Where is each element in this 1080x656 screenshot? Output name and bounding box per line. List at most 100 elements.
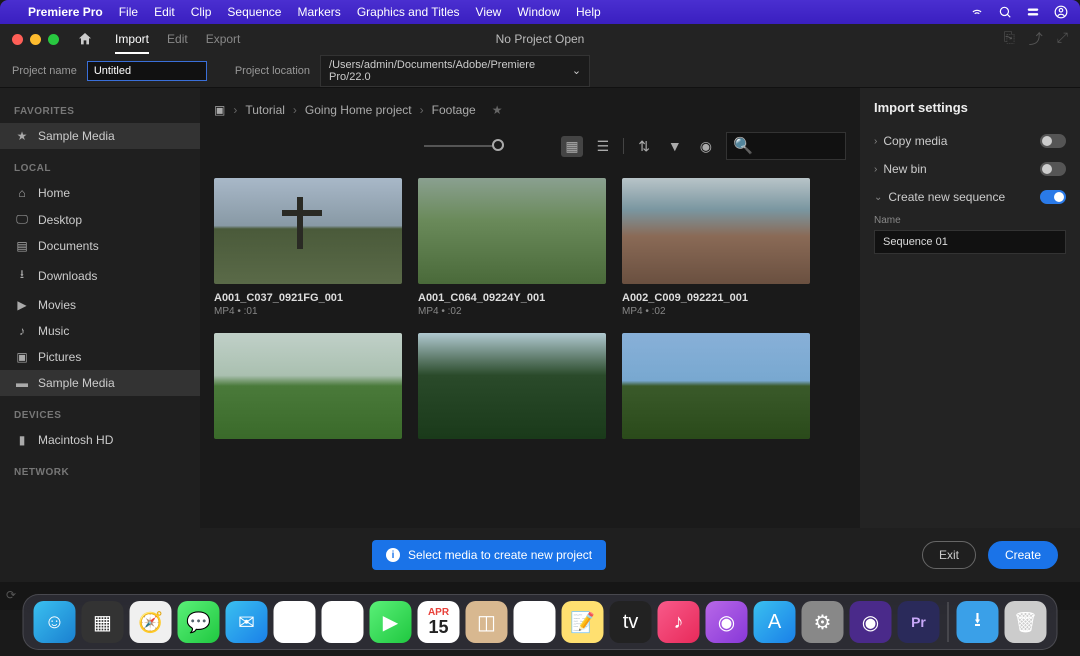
sidebar-item-macintosh-hd[interactable]: ▮Macintosh HD bbox=[0, 427, 200, 453]
search-input[interactable] bbox=[759, 140, 849, 152]
dock-mail[interactable]: ✉ bbox=[226, 601, 268, 643]
dock-photos[interactable]: ✿ bbox=[322, 601, 364, 643]
new-bin-toggle[interactable] bbox=[1040, 162, 1066, 176]
copy-media-toggle[interactable] bbox=[1040, 134, 1066, 148]
grid-view-button[interactable]: ▦ bbox=[561, 136, 582, 157]
favorite-star-icon[interactable]: ★ bbox=[492, 103, 503, 117]
menu-sequence[interactable]: Sequence bbox=[227, 5, 281, 19]
dock-reminders[interactable]: ☰ bbox=[514, 601, 556, 643]
dock-trash[interactable]: 🗑 bbox=[1005, 601, 1047, 643]
app-name[interactable]: Premiere Pro bbox=[28, 5, 103, 19]
window-chrome: Import Edit Export No Project Open ⎘ ⤴ ⤢ bbox=[0, 24, 1080, 54]
sidebar-item-music[interactable]: ♪Music bbox=[0, 318, 200, 344]
clip-thumbnail[interactable] bbox=[622, 178, 810, 284]
control-center-icon[interactable] bbox=[1026, 5, 1040, 19]
tab-export[interactable]: Export bbox=[206, 32, 241, 46]
thumbnail-zoom-slider[interactable] bbox=[424, 145, 504, 147]
user-icon[interactable] bbox=[1054, 5, 1068, 19]
minimize-window-button[interactable] bbox=[30, 34, 41, 45]
sidebar-section-devices: DEVICES bbox=[0, 404, 200, 427]
breadcrumb-project[interactable]: Going Home project bbox=[305, 103, 412, 117]
clip-item[interactable]: A002_C009_092221_001MP4 • :02 bbox=[622, 178, 810, 317]
dock-finder[interactable]: ☺ bbox=[34, 601, 76, 643]
sidebar-item-desktop[interactable]: 🖵Desktop bbox=[0, 206, 200, 233]
breadcrumb-footage[interactable]: Footage bbox=[432, 103, 476, 117]
menu-window[interactable]: Window bbox=[517, 5, 560, 19]
menu-clip[interactable]: Clip bbox=[191, 5, 212, 19]
dock-facetime[interactable]: ▶ bbox=[370, 601, 412, 643]
breadcrumb-tutorial[interactable]: Tutorial bbox=[245, 103, 285, 117]
dock-notes[interactable]: 📝 bbox=[562, 601, 604, 643]
menu-edit[interactable]: Edit bbox=[154, 5, 175, 19]
sidebar-item-sample-media-2[interactable]: ▬Sample Media bbox=[0, 370, 200, 396]
sort-button[interactable]: ⇅ bbox=[634, 136, 654, 157]
banner-text: Select media to create new project bbox=[408, 548, 592, 562]
clip-item[interactable]: A001_C037_0921FG_001MP4 • :01 bbox=[214, 178, 402, 317]
sidebar-item-movies[interactable]: ▶Movies bbox=[0, 292, 200, 318]
dock-preferences[interactable]: ⚙ bbox=[802, 601, 844, 643]
settings-new-bin[interactable]: ›New bin bbox=[874, 155, 1066, 183]
search-box[interactable]: 🔍 bbox=[726, 132, 846, 160]
media-browser: ▣ › Tutorial › Going Home project › Foot… bbox=[200, 88, 860, 528]
sidebar-item-home[interactable]: ⌂Home bbox=[0, 180, 200, 206]
close-window-button[interactable] bbox=[12, 34, 23, 45]
dock-appstore[interactable]: A bbox=[754, 601, 796, 643]
search-icon[interactable] bbox=[998, 5, 1012, 19]
clip-item[interactable] bbox=[418, 333, 606, 439]
folder-up-icon[interactable]: ▣ bbox=[214, 103, 225, 117]
project-name-input[interactable] bbox=[87, 61, 207, 81]
dock-tv[interactable]: tv bbox=[610, 601, 652, 643]
dock-premiere[interactable]: Pr bbox=[898, 601, 940, 643]
menu-file[interactable]: File bbox=[119, 5, 138, 19]
create-button[interactable]: Create bbox=[988, 541, 1058, 569]
list-view-button[interactable]: ☰ bbox=[593, 136, 614, 157]
clip-thumbnail[interactable] bbox=[214, 333, 402, 439]
clip-thumbnail[interactable] bbox=[418, 178, 606, 284]
tab-edit[interactable]: Edit bbox=[167, 32, 188, 46]
sequence-name-input[interactable] bbox=[874, 230, 1066, 254]
menu-graphics[interactable]: Graphics and Titles bbox=[357, 5, 460, 19]
clip-item[interactable] bbox=[622, 333, 810, 439]
sidebar-item-sample-media[interactable]: ★Sample Media bbox=[0, 123, 200, 149]
home-icon: ⌂ bbox=[14, 186, 30, 200]
share-icon[interactable]: ⤴ bbox=[1029, 29, 1043, 49]
clip-thumbnail[interactable] bbox=[418, 333, 606, 439]
create-sequence-toggle[interactable] bbox=[1040, 190, 1066, 204]
clip-thumbnail[interactable] bbox=[622, 333, 810, 439]
settings-copy-media[interactable]: ›Copy media bbox=[874, 127, 1066, 155]
exit-button[interactable]: Exit bbox=[922, 541, 976, 569]
menu-view[interactable]: View bbox=[476, 5, 502, 19]
menu-help[interactable]: Help bbox=[576, 5, 601, 19]
settings-create-sequence[interactable]: ⌄Create new sequence bbox=[874, 183, 1066, 211]
clip-grid[interactable]: A001_C037_0921FG_001MP4 • :01 A001_C064_… bbox=[200, 168, 860, 528]
sidebar-item-downloads[interactable]: ⭳Downloads bbox=[0, 259, 200, 292]
dock-messages[interactable]: 💬 bbox=[178, 601, 220, 643]
sync-icon[interactable]: ⟳ bbox=[6, 588, 16, 602]
dock-podcasts[interactable]: ◉ bbox=[706, 601, 748, 643]
clip-thumbnail[interactable] bbox=[214, 178, 402, 284]
menu-markers[interactable]: Markers bbox=[297, 5, 340, 19]
dock-contacts[interactable]: ◫ bbox=[466, 601, 508, 643]
dock-calendar[interactable]: APR15 bbox=[418, 601, 460, 643]
sidebar-item-documents[interactable]: ▤Documents bbox=[0, 233, 200, 259]
project-location-select[interactable]: /Users/admin/Documents/Adobe/Premiere Pr… bbox=[320, 55, 590, 87]
desktop-icon: 🖵 bbox=[14, 212, 30, 227]
fullscreen-icon[interactable]: ⤢ bbox=[1057, 29, 1068, 49]
clip-item[interactable]: A001_C064_09224Y_001MP4 • :02 bbox=[418, 178, 606, 317]
dock-maps[interactable]: 🗺 bbox=[274, 601, 316, 643]
filter-button[interactable]: ▼ bbox=[664, 136, 686, 156]
quick-export-icon[interactable]: ⎘ bbox=[1004, 29, 1015, 49]
dock-music[interactable]: ♪ bbox=[658, 601, 700, 643]
dock-launchpad[interactable]: ▦ bbox=[82, 601, 124, 643]
star-icon: ★ bbox=[14, 129, 30, 143]
dock-safari[interactable]: 🧭 bbox=[130, 601, 172, 643]
dock-media-encoder[interactable]: ◉ bbox=[850, 601, 892, 643]
wifi-icon[interactable] bbox=[970, 5, 984, 19]
tab-import[interactable]: Import bbox=[115, 32, 149, 54]
sidebar-item-pictures[interactable]: ▣Pictures bbox=[0, 344, 200, 370]
clip-item[interactable] bbox=[214, 333, 402, 439]
home-icon[interactable] bbox=[77, 31, 93, 47]
maximize-window-button[interactable] bbox=[48, 34, 59, 45]
visibility-button[interactable]: ◉ bbox=[696, 136, 716, 157]
dock-downloads[interactable]: ⭳ bbox=[957, 601, 999, 643]
